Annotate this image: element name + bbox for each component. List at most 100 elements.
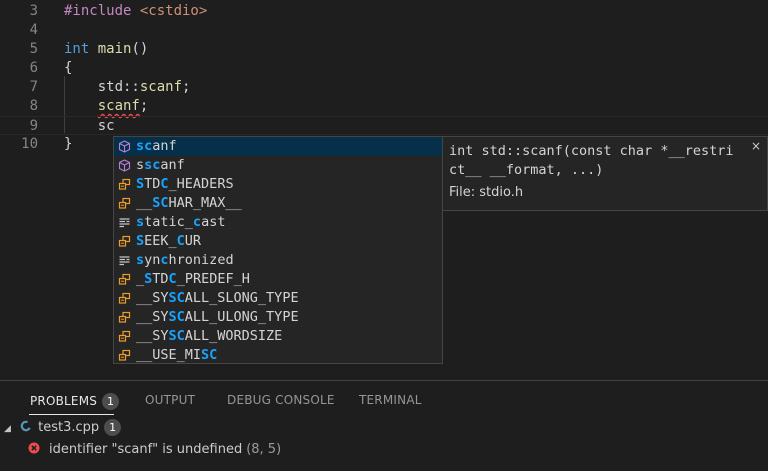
active-tab-indicator [29,414,114,415]
match-highlight: SC [201,347,218,363]
enum-constant-icon [118,330,131,342]
enum-constant-icon [118,349,131,361]
label-text: HAR_MAX__ [168,195,242,211]
line-code: scanf; [64,97,149,116]
suggestion-label: _STDC_PREDEF_H [136,270,250,289]
suggestion-details: int std::scanf(const char *__restrict__ … [443,136,768,211]
label-text: ALL_SLONG_TYPE [184,290,299,306]
tab-problems[interactable]: PROBLEMS 1 [30,393,120,410]
label-text: hronized [168,252,234,268]
tab-debug-console[interactable]: DEBUG CONSOLE [227,393,335,407]
label-text: __USE_MI [136,347,202,363]
signature-text: int std::scanf(const char *__restrict__ … [449,143,734,178]
match-highlight: s [136,214,145,230]
code-token: #include [64,3,140,19]
code-line[interactable]: 4 [0,21,768,40]
method-cube-icon [118,159,131,172]
label-text: anf [152,138,177,154]
label-text: EEK_ [144,233,177,249]
match-highlight: SC [168,328,185,344]
line-number: 6 [29,60,38,76]
line-number: 10 [21,136,38,152]
suggestion-item[interactable]: __SYSCALL_SLONG_TYPE [114,289,442,308]
label-text: TD [144,176,161,192]
code-token: std:: [64,79,140,95]
suggestion-label: static_cast [136,213,225,232]
code-line[interactable]: 6{ [0,59,768,78]
enum-constant-icon [118,292,131,304]
label-text: __ [136,195,153,211]
suggestion-item[interactable]: sscanf [114,156,442,175]
label-text: anf [160,157,185,173]
suggestion-item[interactable]: STDC_HEADERS [114,175,442,194]
suggestion-item[interactable]: static_cast [114,213,442,232]
code-token: () [131,41,149,57]
suggestion-item[interactable]: SEEK_CUR [114,232,442,251]
code-token: <cstdio> [139,3,208,19]
suggestion-widget[interactable]: scanf sscanf STDC_HEADERS __SCHAR_MAX__ stat… [113,136,443,364]
label-text: s [136,157,145,173]
code-line[interactable]: 5 int main() [0,40,768,59]
suggestion-label: sscanf [136,156,185,175]
line-number: 5 [29,41,38,57]
match-highlight: sc [136,138,153,154]
match-highlight: SC [168,290,185,306]
line-number: 8 [29,98,38,114]
label-text: _PREDEF_H [176,271,250,287]
error-icon [28,442,40,454]
match-highlight: C [168,271,177,287]
code-line[interactable]: 9 sc [0,116,768,135]
code-token: scanf [139,79,183,95]
label-text: ast [201,214,226,230]
suggestion-item[interactable]: __SCHAR_MAX__ [114,194,442,213]
enum-constant-icon [118,235,131,247]
suggestion-label: SEEK_CUR [136,232,201,251]
suggestion-label: __SCHAR_MAX__ [136,194,242,213]
suggestion-item[interactable]: scanf [114,137,442,156]
suggestion-label: __SYSCALL_SLONG_TYPE [136,289,299,308]
close-icon[interactable]: × [751,139,761,153]
code-token: ; [182,79,191,95]
problem-row[interactable]: identifier "scanf" is undefined (8, 5) [28,440,281,460]
line-code: int main() [64,40,148,59]
code-token: main [97,41,132,57]
method-cube-icon [118,140,131,153]
suggestion-item[interactable]: _STDC_PREDEF_H [114,270,442,289]
tab-problems-label: PROBLEMS [30,394,98,408]
code-line[interactable]: 8 scanf; [0,97,768,116]
code-token: } [64,136,73,152]
label-text: ALL_ULONG_TYPE [184,309,299,325]
match-highlight: s [136,252,145,268]
problem-file-row[interactable]: ◢ test3.cpp 1 [4,418,122,439]
code-token: sc [64,118,115,134]
line-code: #include <cstdio> [64,2,207,21]
expand-chevron-icon[interactable]: ◢ [4,419,16,439]
label-text: ALL_WORDSIZE [184,328,283,344]
suggestion-item[interactable]: __SYSCALL_ULONG_TYPE [114,308,442,327]
suggestion-item[interactable]: __USE_MISC [114,346,442,365]
line-code: { [64,59,72,78]
match-highlight: SC [152,195,169,211]
label-text: yn [144,252,161,268]
tab-terminal[interactable]: TERMINAL [359,393,422,407]
suggestion-item[interactable]: __SYSCALL_WORDSIZE [114,327,442,346]
code-line[interactable]: 3 #include <cstdio> [0,2,768,21]
file-problem-count-badge: 1 [104,419,122,436]
line-code: } [64,135,72,154]
match-highlight: c [160,252,169,268]
label-text: __SY [136,290,169,306]
enum-constant-icon [118,273,131,285]
match-highlight: S [136,176,145,192]
problem-file-name: test3.cpp [38,420,100,435]
bottom-panel: PROBLEMS 1 OUTPUT DEBUG CONSOLE TERMINAL … [0,380,768,471]
code-line[interactable]: 7 std::scanf; [0,78,768,97]
suggestion-label: STDC_HEADERS [136,175,234,194]
line-code: std::scanf; [64,78,191,97]
label-text: tatic_ [144,214,193,230]
label-text: _ [136,271,145,287]
code-token: int [64,41,90,57]
suggestion-item[interactable]: synchronized [114,251,442,270]
tab-output[interactable]: OUTPUT [145,393,195,407]
